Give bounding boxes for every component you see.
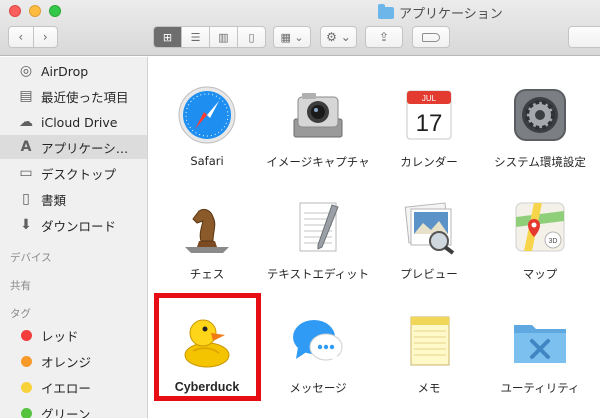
sidebar-item-label: イエロー [41, 380, 91, 396]
app-label: Safari [190, 154, 224, 168]
utilities-folder-icon [509, 310, 571, 372]
sidebar-tag-orange[interactable]: オレンジ [0, 349, 147, 373]
window-toolbar: アプリケーション ‹ › ⊞ ☰ ▥ ▯ ▦ ⌄ ⚙ ⌄ ⇪ [0, 0, 600, 56]
sidebar-item-label: ダウンロード [41, 218, 117, 234]
close-window-button[interactable] [9, 5, 21, 17]
sidebar-heading-devices: デバイス [10, 252, 52, 264]
highlight-frame [154, 293, 261, 401]
system-preferences-icon [509, 84, 571, 146]
sidebar-item-label: オレンジ [41, 354, 92, 370]
image-capture-icon [287, 84, 349, 146]
sidebar-item-icloud-drive[interactable]: ☁ iCloud Drive [0, 110, 147, 134]
maps-icon: 3D [509, 196, 571, 258]
window-title: アプリケーション [378, 3, 503, 22]
app-preview[interactable]: プレビュー [374, 196, 484, 282]
app-label: ユーティリティ [500, 381, 580, 395]
sidebar-item-airdrop[interactable]: ◎ AirDrop [0, 59, 147, 83]
app-label: マップ [522, 267, 558, 281]
app-image-capture[interactable]: イメージキャプチャ [263, 84, 373, 170]
sidebar-item-label: デスクトップ [41, 166, 117, 182]
calendar-day: 17 [416, 110, 443, 137]
app-calendar[interactable]: JUL 17 カレンダー [374, 84, 484, 170]
preview-icon [398, 196, 460, 258]
sidebar-item-label: レッド [41, 328, 79, 344]
back-forward-group: ‹ › [8, 26, 58, 48]
forward-button[interactable]: › [32, 27, 58, 47]
sidebar-item-applications[interactable]: A アプリケーシ… [0, 135, 147, 159]
sidebar-item-label: アプリケーシ… [41, 140, 129, 156]
chess-icon [176, 196, 238, 258]
safari-icon [176, 84, 238, 146]
sidebar-heading-shared: 共有 [10, 280, 31, 292]
share-button[interactable]: ⇪ [365, 26, 403, 48]
action-button[interactable]: ⚙ ⌄ [320, 26, 357, 48]
app-utilities-folder[interactable]: ユーティリティ [485, 310, 595, 396]
arrange-button[interactable]: ▦ ⌄ [273, 26, 311, 48]
maps-3d-badge: 3D [549, 238, 558, 245]
sidebar-item-downloads[interactable]: ⬇ ダウンロード [0, 213, 147, 237]
tag-color-dot [21, 407, 32, 418]
app-chess[interactable]: チェス [152, 196, 262, 282]
sidebar-item-desktop[interactable]: ▭ デスクトップ [0, 161, 147, 185]
sidebar-heading-tags: タグ [10, 308, 31, 320]
app-label: カレンダー [400, 155, 458, 169]
tag-color-dot [21, 381, 32, 393]
folder-icon [378, 3, 394, 19]
back-button[interactable]: ‹ [9, 27, 33, 47]
sidebar-item-documents[interactable]: ▯ 書類 [0, 187, 147, 211]
textedit-icon [287, 196, 349, 258]
calendar-month: JUL [422, 94, 437, 103]
desktop-icon: ▭ [19, 165, 33, 181]
recents-icon: ▤ [19, 88, 33, 104]
notes-icon [398, 310, 460, 372]
calendar-icon: JUL 17 [398, 84, 460, 146]
icon-view-button[interactable]: ⊞ [154, 27, 181, 47]
documents-icon: ▯ [22, 191, 30, 207]
search-field[interactable] [568, 26, 600, 48]
app-messages[interactable]: メッセージ [263, 310, 373, 396]
app-notes[interactable]: メモ [374, 310, 484, 396]
window-title-text: アプリケーション [399, 7, 503, 22]
sidebar-item-label: 書類 [41, 192, 67, 208]
applications-icon: A [20, 139, 32, 155]
column-view-button[interactable]: ▥ [209, 27, 237, 47]
airdrop-icon: ◎ [19, 63, 33, 79]
view-mode-group: ⊞ ☰ ▥ ▯ [153, 26, 266, 48]
app-label: メモ [417, 381, 441, 395]
sidebar-tag-yellow[interactable]: イエロー [0, 375, 147, 399]
tag-icon [422, 32, 440, 42]
cloud-icon: ☁ [19, 114, 33, 130]
sidebar: ◎ AirDrop ▤ 最近使った項目 ☁ iCloud Drive A アプリ… [0, 57, 148, 418]
sidebar-item-label: AirDrop [41, 63, 89, 79]
edit-tags-button[interactable] [412, 26, 450, 48]
sidebar-tag-red[interactable]: レッド [0, 323, 147, 347]
app-maps[interactable]: 3D マップ [485, 196, 595, 282]
minimize-window-button[interactable] [29, 5, 41, 17]
app-label: メッセージ [289, 381, 347, 395]
sidebar-item-label: iCloud Drive [41, 114, 118, 130]
app-label: システム環境設定 [494, 155, 586, 169]
app-system-preferences[interactable]: システム環境設定 [485, 84, 595, 170]
list-view-button[interactable]: ☰ [181, 27, 209, 47]
app-textedit[interactable]: テキストエディット [263, 196, 373, 282]
sidebar-item-label: 最近使った項目 [41, 89, 129, 105]
app-safari[interactable]: Safari [152, 84, 262, 168]
sidebar-item-label: グリーン [41, 406, 91, 418]
app-label: チェス [189, 267, 225, 281]
download-icon: ⬇ [20, 217, 32, 233]
sidebar-item-recents[interactable]: ▤ 最近使った項目 [0, 84, 147, 108]
app-label: イメージキャプチャ [266, 155, 370, 169]
app-label: テキストエディット [266, 267, 370, 281]
app-label: プレビュー [400, 267, 458, 281]
coverflow-view-button[interactable]: ▯ [237, 27, 265, 47]
sidebar-tag-green[interactable]: グリーン [0, 401, 147, 418]
zoom-window-button[interactable] [49, 5, 61, 17]
tag-color-dot [21, 329, 32, 341]
tag-color-dot [21, 355, 32, 367]
messages-icon [287, 310, 349, 372]
